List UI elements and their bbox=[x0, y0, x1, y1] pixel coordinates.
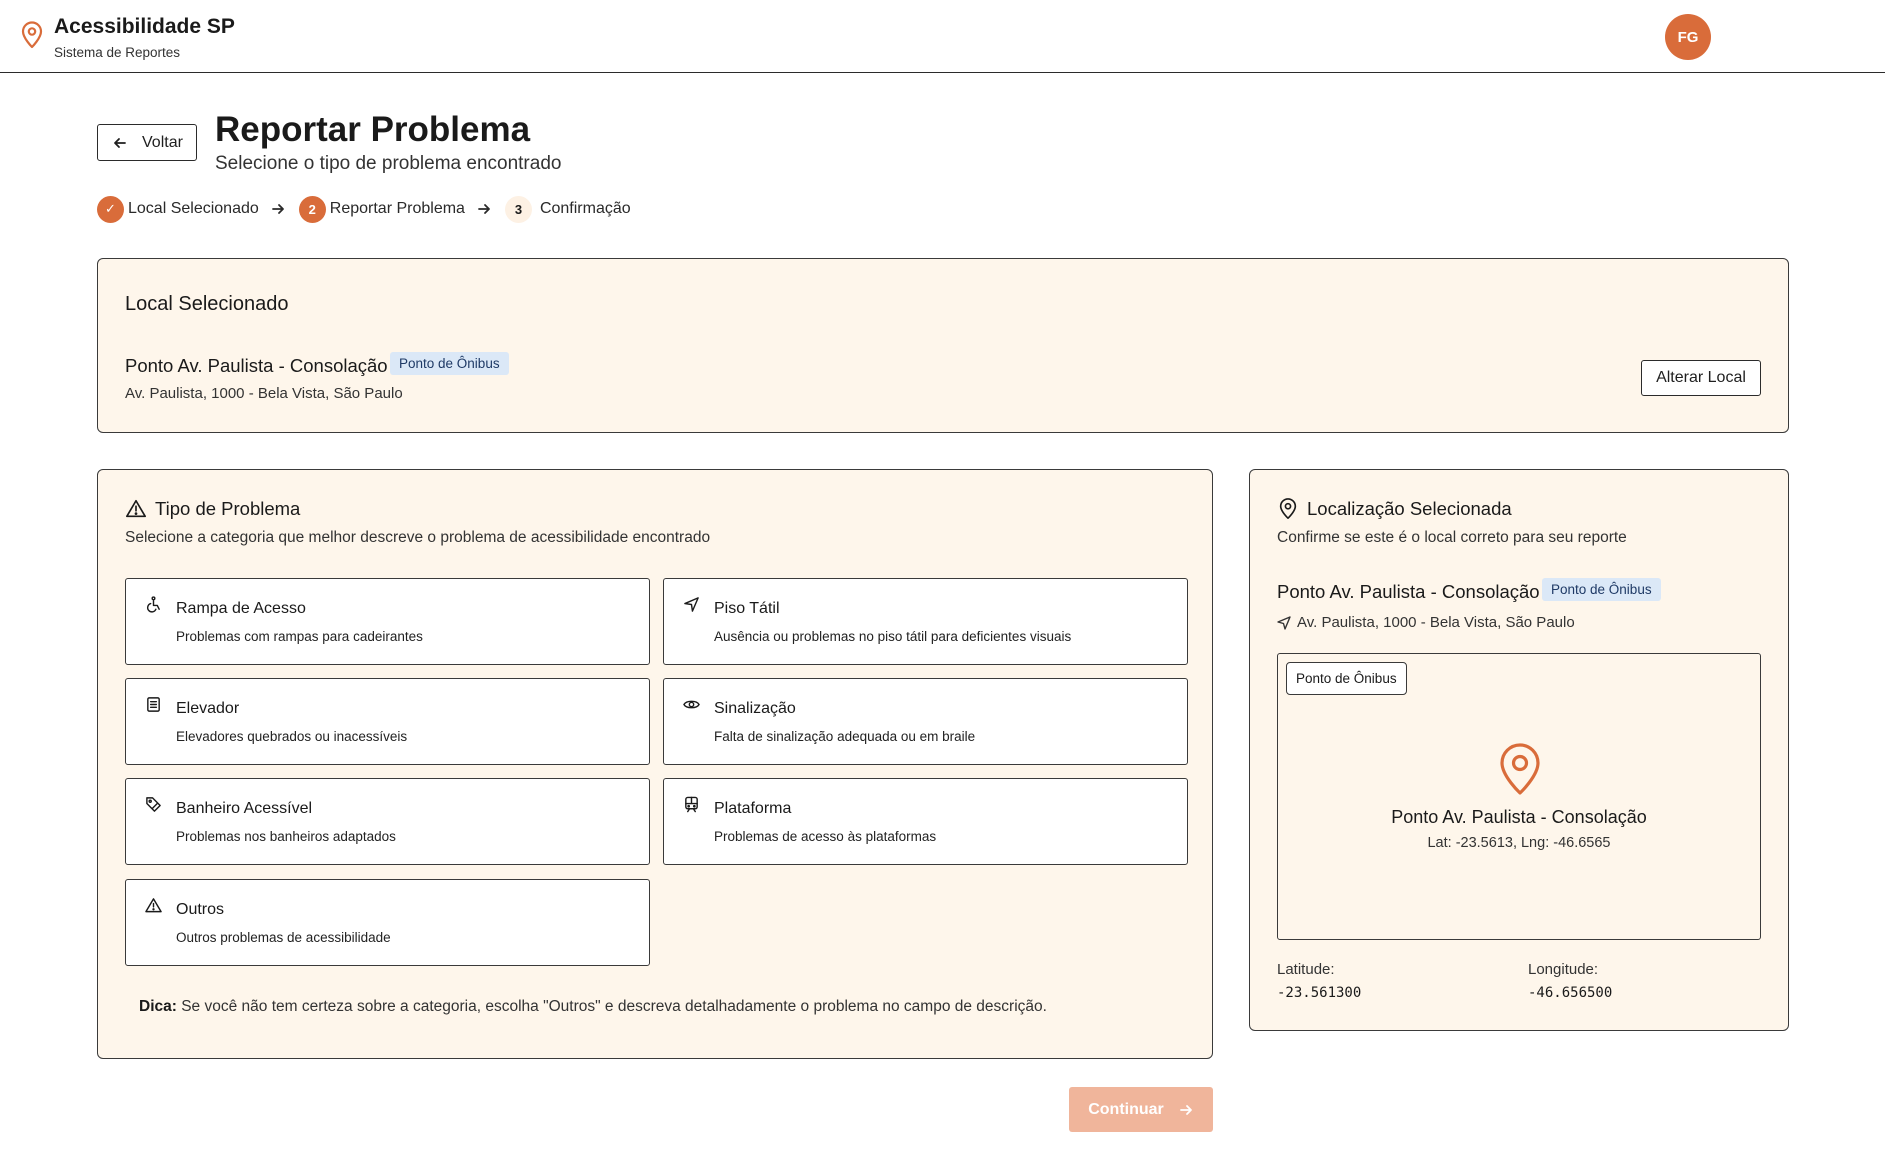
map-preview[interactable]: Ponto de Ônibus Ponto Av. Paulista - Con… bbox=[1277, 653, 1761, 940]
location-name: Ponto Av. Paulista - Consolação bbox=[1277, 581, 1540, 602]
warning-icon bbox=[126, 499, 146, 518]
category-description: Elevadores quebrados ou inacessíveis bbox=[176, 729, 408, 744]
eye-icon bbox=[683, 700, 700, 709]
step-1-check-icon: ✓ bbox=[97, 195, 124, 223]
progress-stepper: ✓ Local Selecionado 2 Reportar Problema … bbox=[97, 195, 631, 223]
category-title: Elevador bbox=[176, 700, 240, 717]
category-piso-tatil[interactable]: Piso Tátil Ausência ou problemas no piso… bbox=[663, 578, 1188, 665]
change-location-button[interactable]: Alterar Local bbox=[1641, 360, 1761, 396]
category-description: Problemas com rampas para cadeirantes bbox=[176, 629, 423, 644]
location-address: Av. Paulista, 1000 - Bela Vista, São Pau… bbox=[125, 385, 403, 402]
problem-type-card: Tipo de Problema Selecione a categoria q… bbox=[97, 469, 1213, 1059]
step-2-marker: 2 bbox=[298, 195, 326, 223]
map-location-name: Ponto Av. Paulista - Consolação bbox=[1391, 807, 1647, 827]
category-banheiro-acessivel[interactable]: Banheiro Acessível Problemas nos banheir… bbox=[125, 778, 650, 865]
map-pin-icon bbox=[21, 21, 43, 49]
wheelchair-icon bbox=[146, 596, 160, 613]
category-description: Ausência ou problemas no piso tátil para… bbox=[714, 629, 1072, 644]
map-pin-icon bbox=[1500, 743, 1540, 795]
category-title: Plataforma bbox=[714, 800, 792, 817]
navigation-icon bbox=[1277, 615, 1291, 630]
category-rampa-de-acesso[interactable]: Rampa de Acesso Problemas com rampas par… bbox=[125, 578, 650, 665]
map-coordinates: Lat: -23.5613, Lng: -46.6565 bbox=[1427, 835, 1611, 851]
category-sinalizacao[interactable]: Sinalização Falta de sinalização adequad… bbox=[663, 678, 1188, 765]
category-plataforma[interactable]: Plataforma Problemas de acesso às plataf… bbox=[663, 778, 1188, 865]
category-elevador[interactable]: Elevador Elevadores quebrados ou inacess… bbox=[125, 678, 650, 765]
longitude-value: -46.656500 bbox=[1528, 985, 1613, 1001]
category-description: Outros problemas de acessibilidade bbox=[176, 930, 391, 945]
step-3-marker: 3 bbox=[504, 195, 532, 223]
step-3-label: Confirmação bbox=[539, 200, 631, 217]
step-2-label: Reportar Problema bbox=[329, 200, 465, 217]
arrow-left-icon bbox=[114, 137, 126, 148]
continue-button-label: Continuar bbox=[1088, 1100, 1164, 1118]
category-title: Outros bbox=[176, 901, 225, 918]
top-bar: Acessibilidade SP Sistema de Reportes FG bbox=[0, 0, 1885, 73]
map-type-tag: Ponto de Ônibus bbox=[1286, 662, 1407, 695]
problem-type-subtitle: Selecione a categoria que melhor descrev… bbox=[125, 529, 711, 546]
card-heading: Local Selecionado bbox=[125, 293, 289, 315]
longitude-label: Longitude: bbox=[1528, 961, 1599, 978]
location-type-badge: Ponto de Ônibus bbox=[1542, 578, 1661, 601]
tip-body: Se você não tem certeza sobre a categori… bbox=[176, 998, 1047, 1015]
location-name: Ponto Av. Paulista - Consolação bbox=[125, 355, 388, 376]
arrow-right-icon bbox=[271, 204, 284, 214]
location-map-card: Localização Selecionada Confirme se este… bbox=[1249, 469, 1789, 1031]
category-title: Rampa de Acesso bbox=[176, 600, 306, 617]
page-title: Reportar Problema bbox=[215, 110, 531, 149]
category-title: Sinalização bbox=[714, 700, 796, 717]
category-description: Problemas nos banheiros adaptados bbox=[176, 829, 396, 844]
problem-type-heading: Tipo de Problema bbox=[125, 498, 300, 520]
train-icon bbox=[685, 796, 698, 813]
category-outros[interactable]: Outros Outros problemas de acessibilidad… bbox=[125, 879, 650, 966]
location-address-row: Av. Paulista, 1000 - Bela Vista, São Pau… bbox=[1277, 614, 1575, 631]
tag-icon bbox=[146, 797, 161, 812]
selected-location-card: Local Selecionado Ponto Av. Paulista - C… bbox=[97, 258, 1789, 433]
back-button[interactable]: Voltar bbox=[97, 124, 197, 161]
app-title: Acessibilidade SP bbox=[54, 15, 235, 38]
location-map-subtitle: Confirme se este é o local correto para … bbox=[1277, 529, 1627, 546]
category-description: Falta de sinalização adequada ou em brai… bbox=[714, 729, 976, 744]
arrow-right-icon bbox=[478, 204, 490, 214]
category-title: Piso Tátil bbox=[714, 600, 780, 617]
category-title: Banheiro Acessível bbox=[176, 800, 313, 817]
app-subtitle: Sistema de Reportes bbox=[54, 45, 181, 60]
user-avatar[interactable]: FG bbox=[1665, 14, 1711, 60]
arrow-right-icon bbox=[1179, 1104, 1192, 1115]
step-1-label: Local Selecionado bbox=[128, 200, 259, 217]
location-type-badge: Ponto de Ônibus bbox=[390, 352, 509, 375]
latitude-label: Latitude: bbox=[1277, 961, 1335, 978]
category-description: Problemas de acesso às plataformas bbox=[714, 829, 937, 844]
latitude-value: -23.561300 bbox=[1277, 985, 1362, 1001]
tip-label: Dica: bbox=[139, 998, 177, 1015]
location-map-title: Localização Selecionada bbox=[1307, 498, 1512, 519]
map-pin-icon bbox=[1279, 498, 1297, 519]
page-subtitle: Selecione o tipo de problema encontrado bbox=[215, 153, 562, 174]
elevator-icon bbox=[147, 697, 160, 712]
continue-button[interactable]: Continuar bbox=[1069, 1087, 1213, 1132]
warning-icon bbox=[145, 898, 162, 913]
back-button-label: Voltar bbox=[142, 133, 183, 151]
navigation-icon bbox=[684, 597, 699, 612]
location-address: Av. Paulista, 1000 - Bela Vista, São Pau… bbox=[1297, 614, 1575, 631]
tip-text: Dica: Se você não tem certeza sobre a ca… bbox=[139, 998, 1047, 1016]
location-map-heading: Localização Selecionada bbox=[1277, 498, 1512, 520]
problem-type-title: Tipo de Problema bbox=[155, 498, 301, 519]
